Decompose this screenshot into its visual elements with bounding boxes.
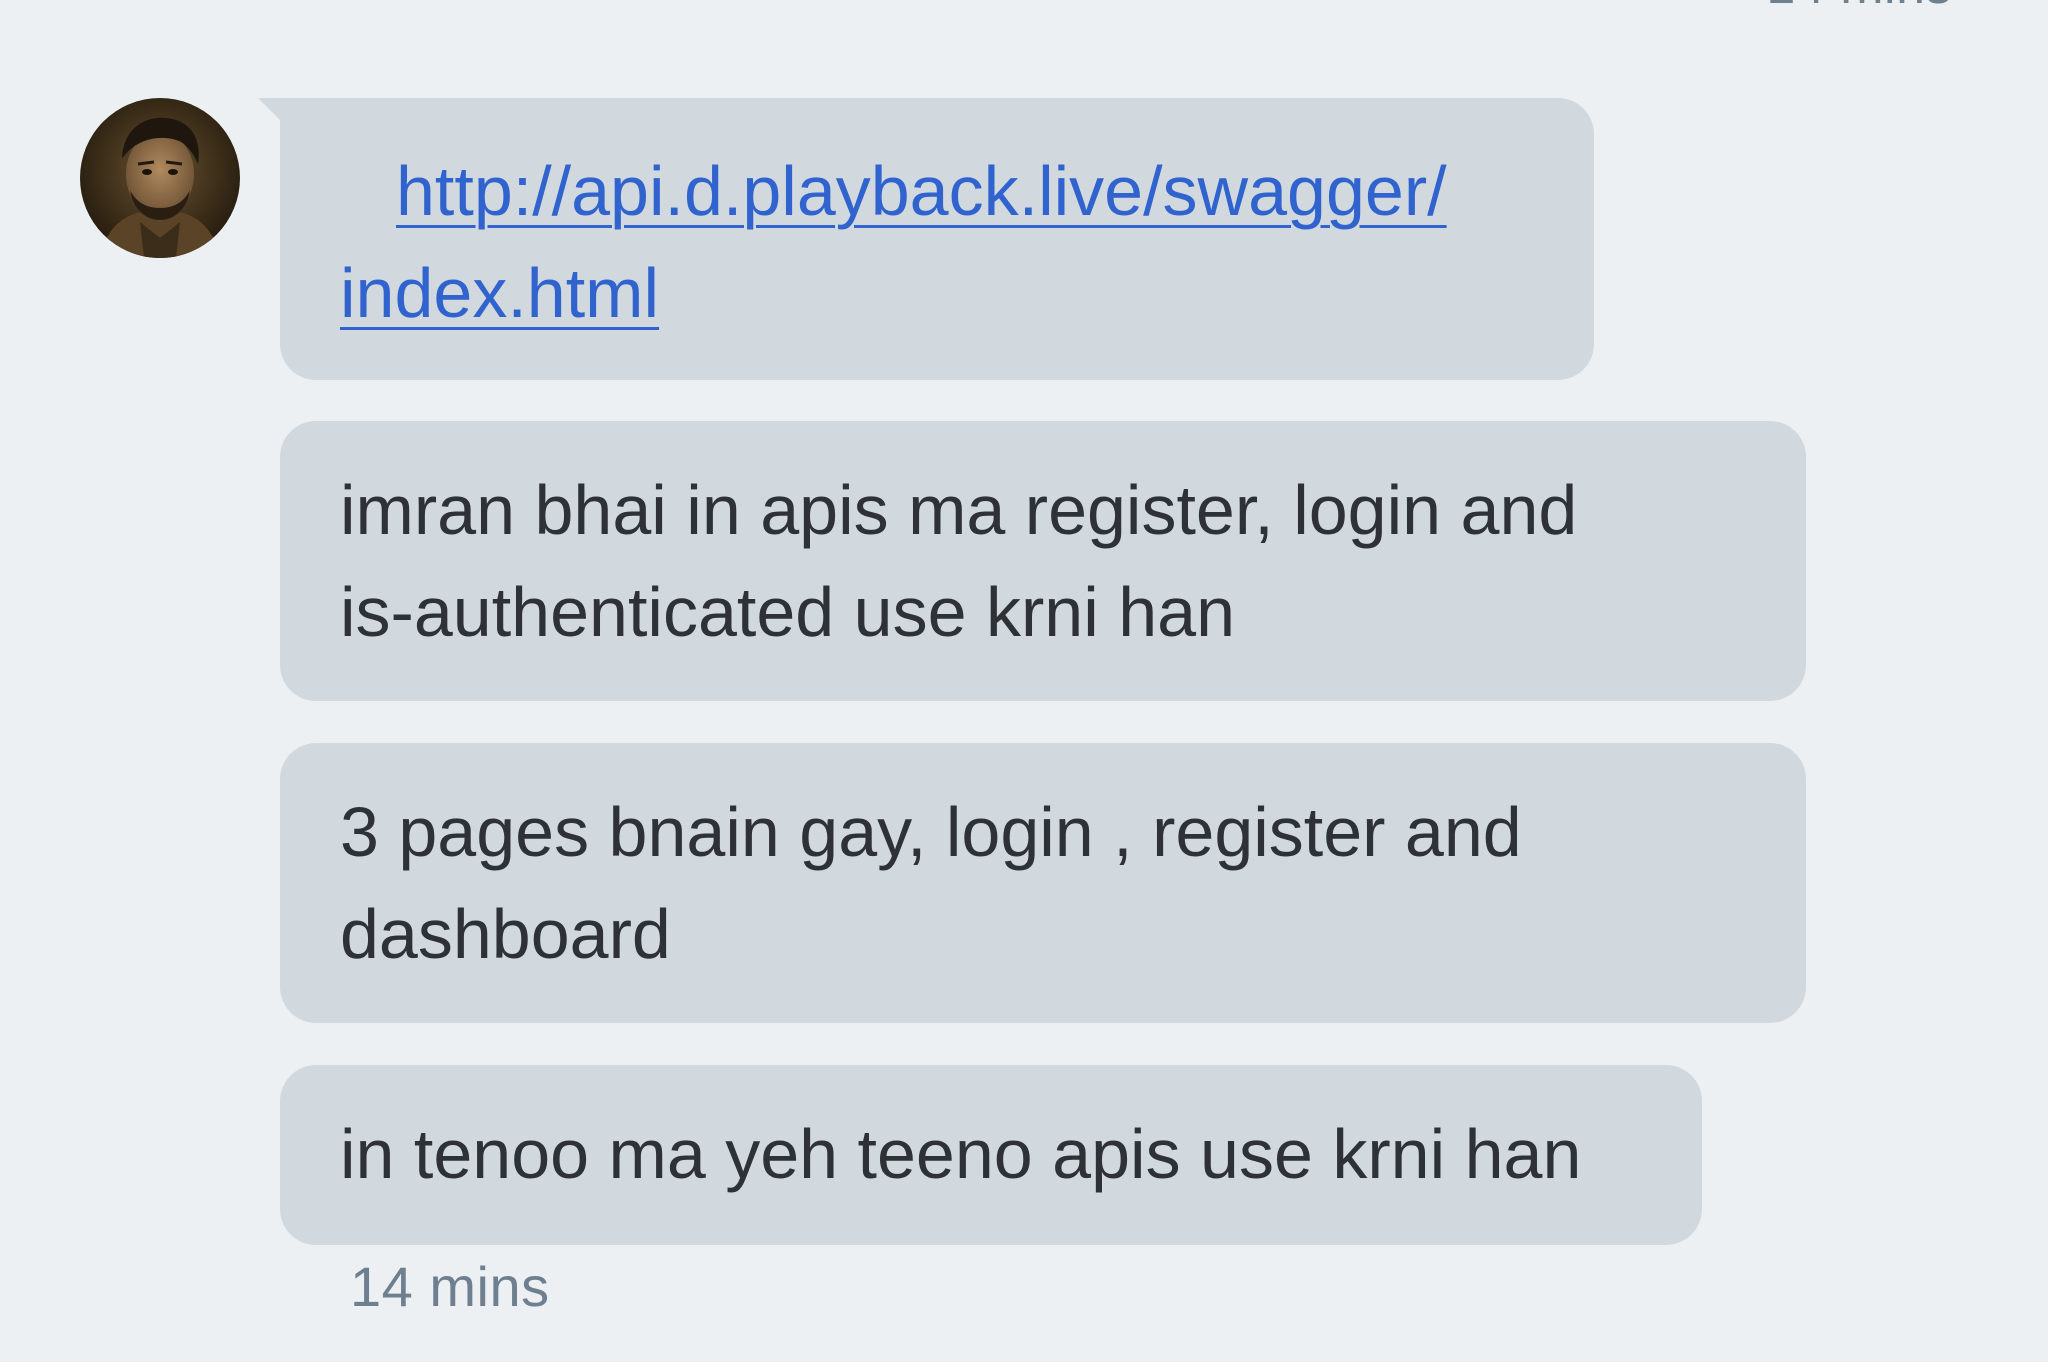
message-bubble[interactable]: 3 pages bnain gay, login , register and …: [280, 743, 1806, 1023]
message-bubble[interactable]: in tenoo ma yeh teeno apis use krni han: [280, 1065, 1702, 1245]
avatar-image: [80, 98, 240, 258]
message-bubble-link[interactable]: http://api.d.playback.live/swagger/ inde…: [280, 98, 1594, 380]
message-bubble[interactable]: imran bhai in apis ma register, login an…: [280, 421, 1806, 701]
message-text: imran bhai in apis ma register, login an…: [340, 471, 1578, 549]
chat-screen: 14 mins: [0, 0, 2048, 1362]
message-text: is-authenticated use krni han: [340, 573, 1235, 651]
message-timestamp: 14 mins: [350, 1255, 550, 1318]
top-timestamp: 14 mins: [1766, 0, 1952, 16]
message-link[interactable]: http://api.d.playback.live/swagger/: [340, 140, 1534, 242]
message-text: dashboard: [340, 895, 671, 973]
avatar[interactable]: [80, 98, 240, 258]
message-text: 3 pages bnain gay, login , register and: [340, 793, 1522, 871]
message-text: in tenoo ma yeh teeno apis use krni han: [340, 1115, 1582, 1193]
message-link-continued[interactable]: index.html: [340, 242, 1534, 344]
